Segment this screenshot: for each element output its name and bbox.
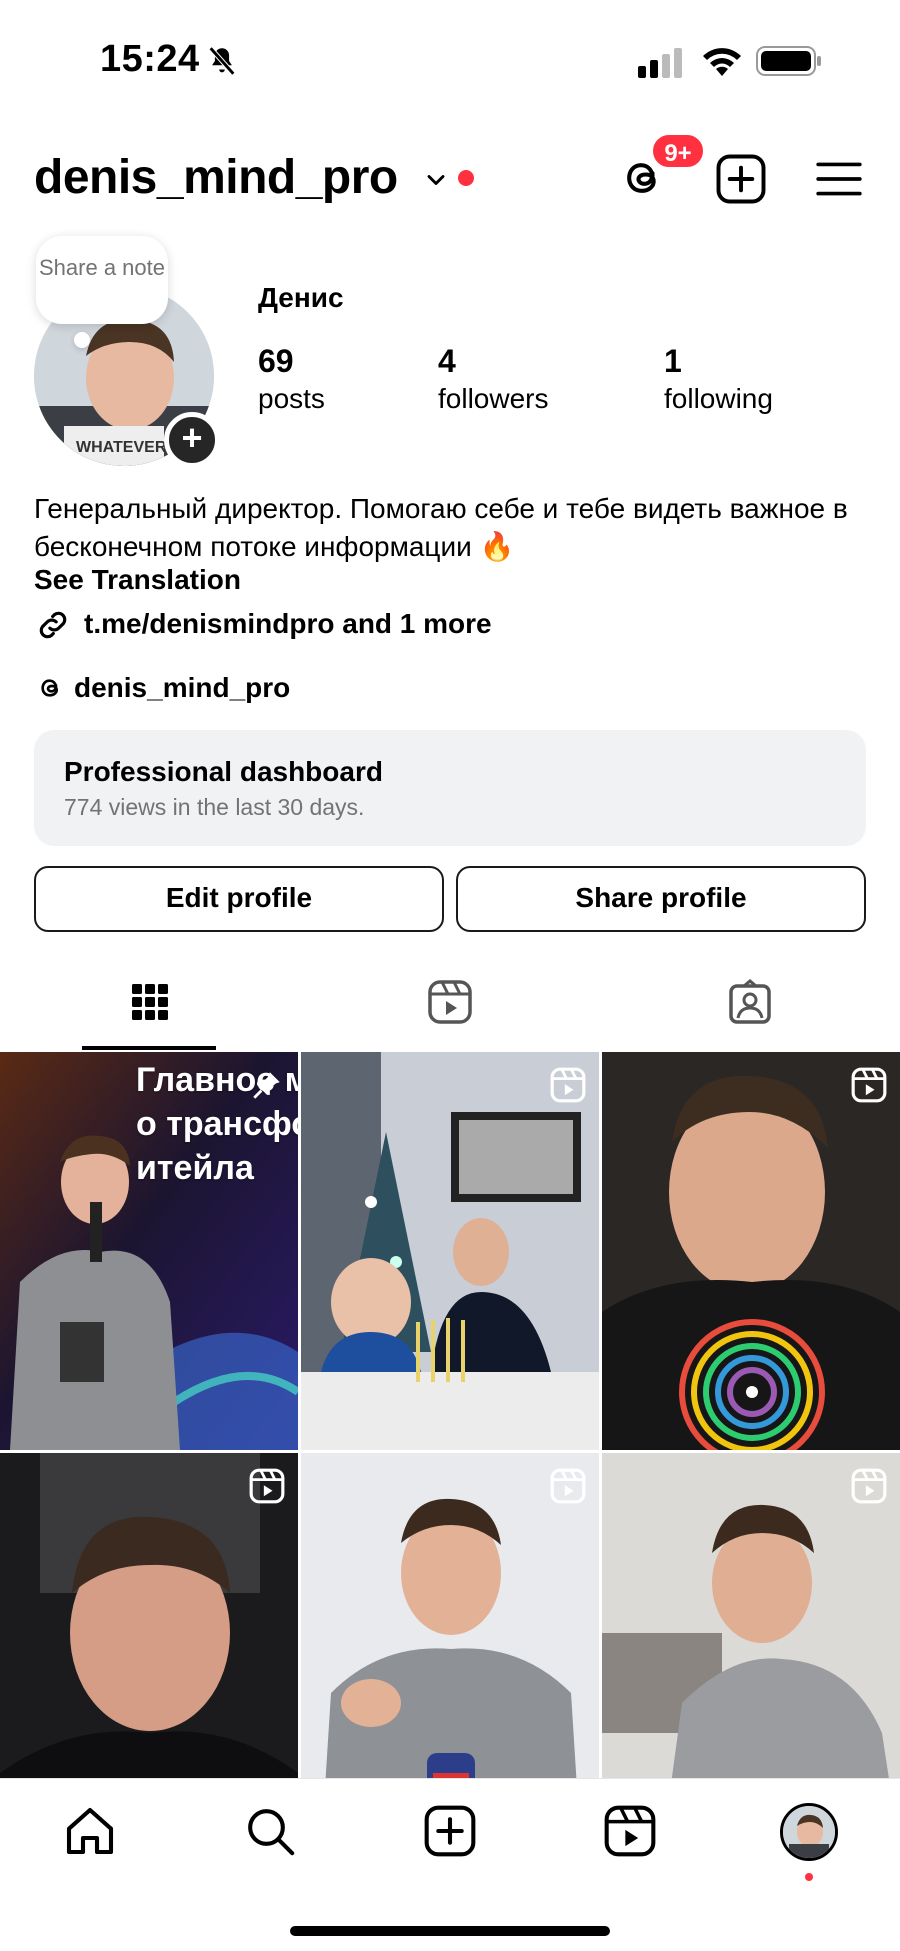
create-post-icon[interactable] <box>714 152 768 206</box>
cellular-signal-icon <box>638 48 682 78</box>
share-profile-button[interactable]: Share profile <box>456 866 866 932</box>
active-tab-indicator <box>82 1046 216 1050</box>
stat-following-count: 1 <box>664 343 682 379</box>
reels-icon <box>428 980 472 1024</box>
reel-indicator-icon <box>851 1067 887 1103</box>
stat-following[interactable]: 1 following <box>664 342 773 418</box>
note-bubble-tail <box>74 332 90 348</box>
stat-posts-count: 69 <box>258 343 294 379</box>
svg-text:WHATEVER: WHATEVER <box>76 439 167 456</box>
edit-profile-button[interactable]: Edit profile <box>34 866 444 932</box>
nav-reels[interactable] <box>602 1803 662 1863</box>
add-story-button[interactable]: + <box>164 412 220 468</box>
reels-icon <box>604 1805 656 1857</box>
status-time: 15:24 <box>100 38 200 80</box>
profile-notification-dot <box>805 1873 813 1881</box>
unread-dot <box>458 170 474 186</box>
post-tile-3[interactable] <box>602 1052 900 1450</box>
stat-followers-label: followers <box>438 383 549 414</box>
posts-grid: Главное мо трансфо итейла <box>0 1052 900 1851</box>
threads-logo-icon <box>41 679 59 697</box>
tagged-icon <box>729 979 771 1024</box>
chevron-down-icon[interactable] <box>422 166 450 194</box>
silent-bell-icon <box>208 46 236 76</box>
post-tile-2[interactable] <box>301 1052 599 1450</box>
reel-indicator-icon <box>851 1468 887 1504</box>
home-icon <box>66 1807 114 1855</box>
profile-header: denis_mind_pro 9+ <box>0 132 900 220</box>
share-note-bubble[interactable]: Share a note <box>36 236 168 324</box>
hamburger-menu-icon[interactable] <box>814 154 864 204</box>
nav-profile-avatar[interactable] <box>780 1803 838 1861</box>
pinned-icon <box>253 1072 280 1099</box>
post-image <box>301 1052 599 1450</box>
stat-followers-count: 4 <box>438 343 456 379</box>
tab-tagged[interactable] <box>600 970 900 1050</box>
reel-indicator-icon <box>550 1468 586 1504</box>
grid-icon <box>132 984 168 1020</box>
wifi-icon <box>703 48 741 76</box>
external-link-text: t.me/denismindpro and 1 more <box>84 608 492 639</box>
status-bar: 15:24 <box>0 0 900 120</box>
nav-home[interactable] <box>62 1803 122 1863</box>
professional-dashboard[interactable]: Professional dashboard 774 views in the … <box>34 730 866 846</box>
profile-tabs <box>0 970 900 1050</box>
tab-posts-grid[interactable] <box>0 970 300 1050</box>
post-tile-1[interactable]: Главное мо трансфо итейла <box>0 1052 298 1450</box>
username-switcher[interactable]: denis_mind_pro <box>34 150 398 205</box>
stat-posts-label: posts <box>258 383 325 414</box>
threads-handle: denis_mind_pro <box>74 672 291 703</box>
nav-create[interactable] <box>422 1803 482 1863</box>
home-indicator <box>290 1926 610 1936</box>
stat-posts[interactable]: 69 posts <box>258 342 325 418</box>
battery-icon <box>756 46 821 76</box>
reel-indicator-icon <box>249 1468 285 1504</box>
create-icon <box>424 1805 476 1857</box>
link-icon <box>39 611 67 639</box>
stat-followers[interactable]: 4 followers <box>438 342 548 418</box>
tab-reels[interactable] <box>300 970 600 1050</box>
full-name: Денис <box>258 282 344 313</box>
post-image <box>602 1052 900 1450</box>
search-icon <box>248 1809 295 1856</box>
profile-bio: Генеральный директор. Помогаю себе и теб… <box>34 493 848 562</box>
notification-badge[interactable]: 9+ <box>650 132 706 170</box>
nav-search[interactable] <box>242 1803 302 1863</box>
dashboard-subtitle: 774 views in the last 30 days. <box>64 794 365 820</box>
see-translation-link[interactable]: See Translation <box>34 564 241 596</box>
stat-following-label: following <box>664 383 773 414</box>
dashboard-title: Professional dashboard <box>64 756 383 787</box>
profile-thumbnail <box>783 1806 835 1858</box>
reel-indicator-icon <box>550 1067 586 1103</box>
